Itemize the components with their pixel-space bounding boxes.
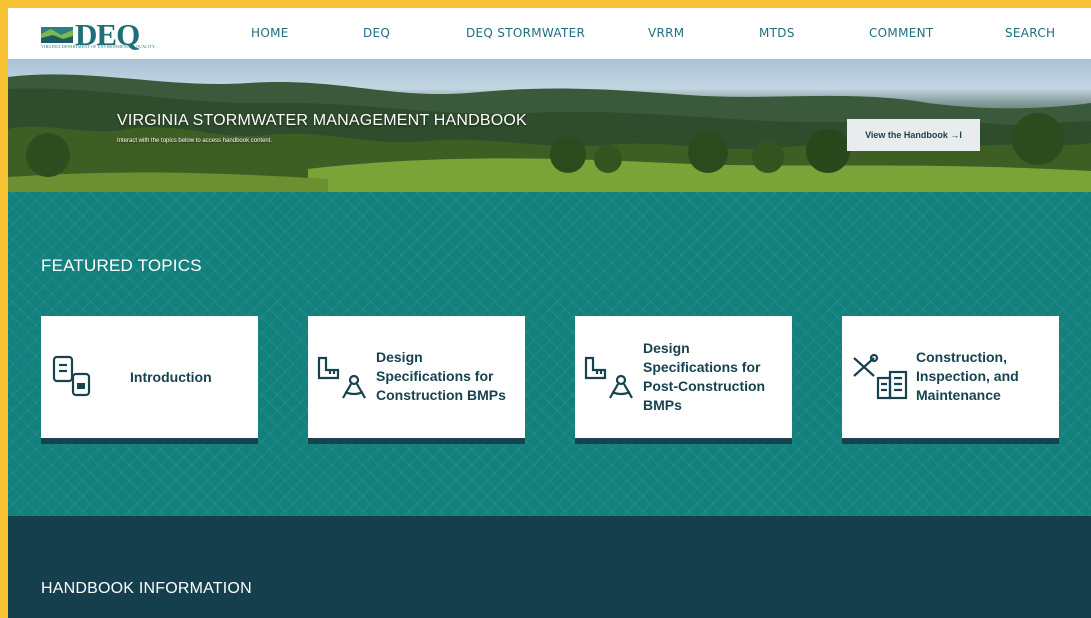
handbook-information-heading: HANDBOOK INFORMATION: [41, 580, 252, 597]
nav-search[interactable]: SEARCH: [1005, 26, 1055, 40]
topic-card-introduction[interactable]: Introduction: [41, 316, 258, 444]
nav-deq-stormwater[interactable]: DEQ STORMWATER: [466, 26, 585, 40]
top-nav: DEQ VIRGINIA DEPARTMENT OF ENVIRONMENTAL…: [8, 8, 1091, 59]
handbook-information-section: HANDBOOK INFORMATION: [8, 516, 1091, 618]
ruler-compass-icon: [583, 354, 635, 405]
page-frame: DEQ VIRGINIA DEPARTMENT OF ENVIRONMENTAL…: [8, 8, 1091, 618]
featured-topics-section: FEATURED TOPICS Introduction Design Spec…: [8, 192, 1091, 516]
topic-card-post-construction-bmps[interactable]: Design Specifications for Post-Construct…: [575, 316, 792, 444]
topic-card-label: Design Specifications for Post-Construct…: [643, 340, 766, 413]
nav-deq[interactable]: DEQ: [363, 26, 390, 40]
logo-subtitle: VIRGINIA DEPARTMENT OF ENVIRONMENTAL QUA…: [41, 44, 156, 49]
hero-title: VIRGINIA STORMWATER MANAGEMENT HANDBOOK: [117, 112, 527, 129]
topic-card-construction-inspection[interactable]: Construction, Inspection, and Maintenanc…: [842, 316, 1059, 444]
nav-vrrm[interactable]: VRRM: [648, 26, 684, 40]
topic-card-label: Construction, Inspection, and Maintenanc…: [916, 349, 1019, 403]
deq-logo[interactable]: DEQ VIRGINIA DEPARTMENT OF ENVIRONMENTAL…: [41, 18, 155, 50]
tools-building-icon: [850, 353, 910, 409]
deq-logo-mark-icon: [41, 23, 73, 45]
view-handbook-button[interactable]: View the Handbook →I: [847, 119, 980, 151]
hero-banner: VIRGINIA STORMWATER MANAGEMENT HANDBOOK …: [8, 59, 1091, 192]
ruler-compass-icon: [316, 354, 368, 405]
hero-subtitle: Interact with the topics below to access…: [117, 138, 273, 144]
topic-card-construction-bmps[interactable]: Design Specifications for Construction B…: [308, 316, 525, 444]
nav-comment[interactable]: COMMENT: [869, 26, 934, 40]
featured-topics-heading: FEATURED TOPICS: [41, 256, 202, 275]
topic-card-label: Introduction: [130, 369, 212, 385]
documents-icon: [51, 354, 91, 405]
topic-card-label: Design Specifications for Construction B…: [376, 349, 506, 403]
nav-mtds[interactable]: MTDS: [759, 26, 795, 40]
nav-home[interactable]: HOME: [251, 26, 289, 40]
